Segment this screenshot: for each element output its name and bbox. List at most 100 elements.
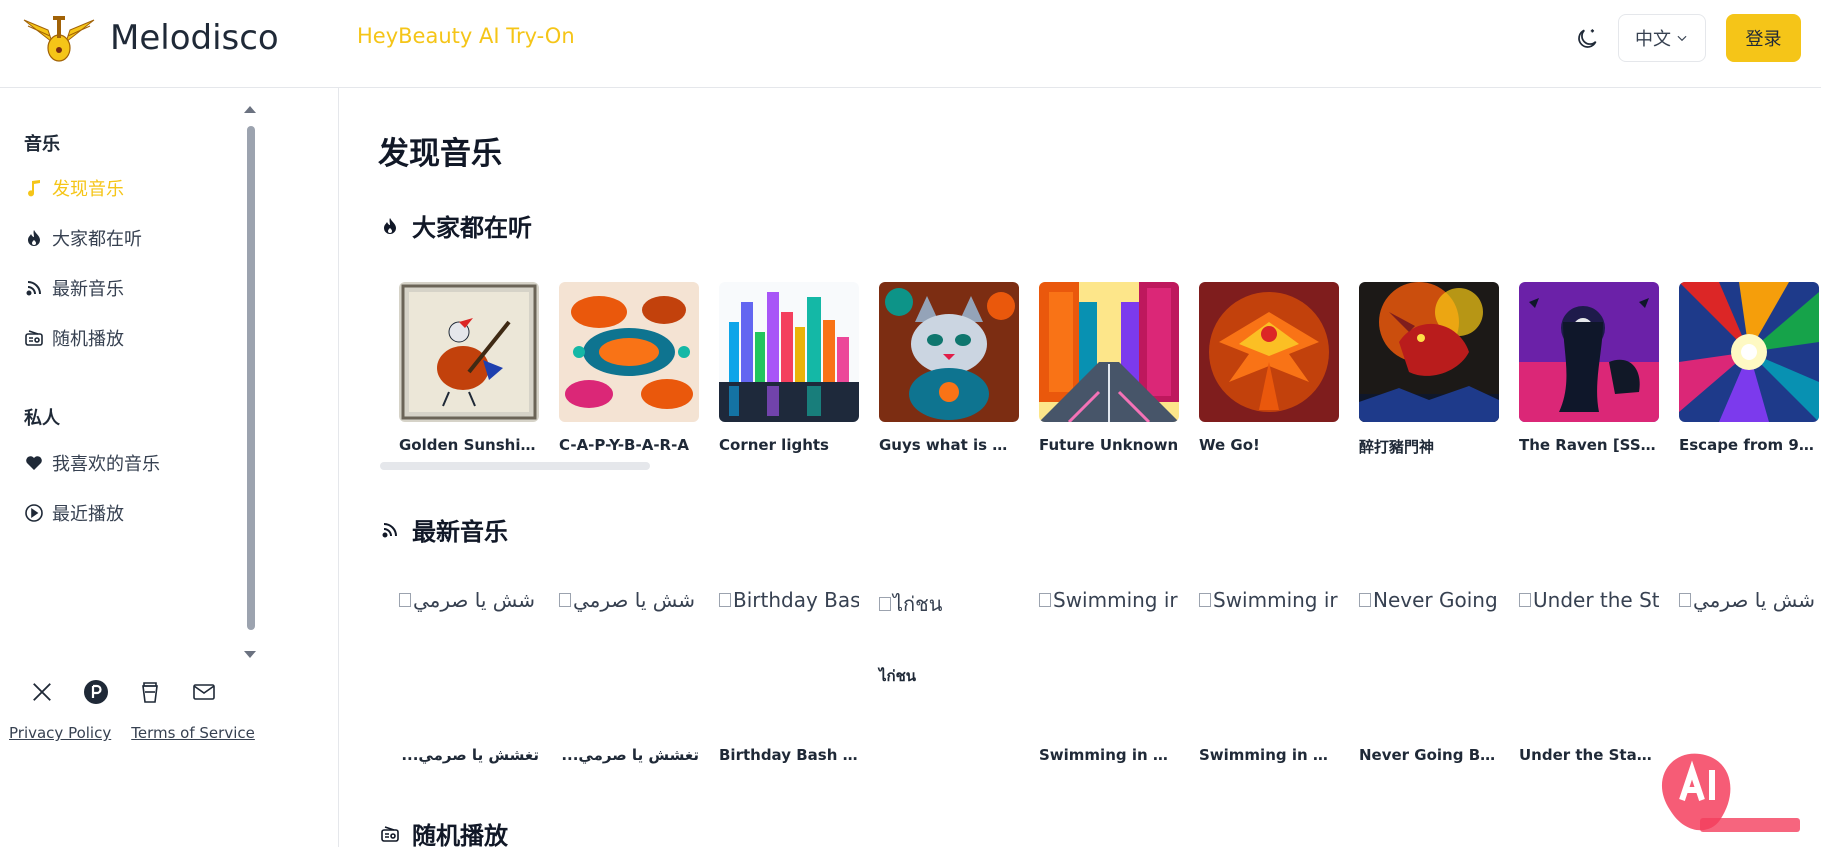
privacy-policy-link[interactable]: Privacy Policy (9, 724, 111, 742)
song-title: تغشش يا صرمي... (401, 746, 539, 764)
song-card[interactable]: Guys what is wr... (879, 282, 1019, 457)
song-card[interactable]: شش يا صرمي تغشش يا صرمي... (399, 588, 539, 764)
song-title: 醉打豬門神 (1359, 438, 1435, 456)
trending-horizontal-scrollbar[interactable] (380, 462, 650, 470)
sidebar-item-latest[interactable]: 最新音乐 (24, 273, 124, 303)
song-title: Swimming in Dr... (1199, 746, 1339, 764)
broken-cover-image: Birthday Bas (719, 588, 859, 728)
broken-image-icon (1679, 593, 1691, 607)
song-card[interactable]: We Go! (1199, 282, 1339, 457)
page-title: 发现音乐 (378, 136, 502, 172)
sidebar-item-label: 随机播放 (52, 329, 124, 350)
album-cover (1679, 282, 1819, 422)
sidebar-item-discover[interactable]: 发现音乐 (24, 173, 124, 203)
album-cover (1359, 282, 1499, 422)
sidebar-item-favorites[interactable]: 我喜欢的音乐 (24, 448, 160, 478)
song-title: Escape from 9 to... (1679, 436, 1819, 454)
flame-icon (24, 228, 44, 248)
album-cover (1039, 282, 1179, 424)
play-circle-icon (24, 503, 44, 523)
broken-cover-image: شش يا صرمي (1679, 588, 1819, 728)
x-icon[interactable] (28, 678, 56, 706)
product-hunt-icon[interactable] (82, 678, 110, 706)
song-title: Swimming in Dr... (1039, 746, 1179, 764)
broken-image-icon (1359, 593, 1371, 607)
random-section-heading: 随机播放 (380, 816, 508, 847)
terms-of-service-link[interactable]: Terms of Service (131, 724, 255, 742)
flame-icon (380, 216, 400, 236)
language-label: 中文 (1635, 29, 1671, 50)
sidebar-item-trending[interactable]: 大家都在听 (24, 223, 142, 253)
brand-name[interactable]: Melodisco (110, 18, 279, 58)
song-card[interactable]: Escape from 9 to... (1679, 282, 1819, 457)
song-card[interactable]: Swimming ir Swimming in Dr... (1199, 588, 1339, 764)
song-title: Corner lights (719, 436, 829, 454)
song-card[interactable]: 醉打豬門神 (1359, 282, 1499, 457)
trending-section-heading: 大家都在听 (380, 208, 532, 243)
album-cover (399, 282, 539, 422)
main-content: 发现音乐 大家都在听 Golden Sunshine... (340, 88, 1821, 847)
section-private-label: 私人 (24, 408, 60, 429)
sidebar-item-label: 发现音乐 (52, 179, 124, 200)
section-title: 大家都在听 (412, 214, 532, 242)
radio-icon (380, 824, 400, 844)
login-button[interactable]: 登录 (1726, 14, 1801, 62)
promo-link[interactable]: HeyBeauty AI Try-On (357, 24, 575, 48)
song-card[interactable]: Future Unknown (1039, 282, 1179, 457)
image-alt-text: شش يا صرمي (573, 588, 696, 612)
broken-image-icon (1039, 593, 1051, 607)
song-title: Future Unknown (1039, 436, 1179, 454)
melodisco-logo[interactable] (22, 12, 96, 68)
song-title: Never Going Back (1359, 746, 1499, 764)
song-title: Birthday Bash fo... (719, 746, 859, 764)
heart-icon (24, 453, 44, 473)
song-title: Under the Starlit (1519, 746, 1659, 764)
image-alt-text: Swimming ir (1053, 588, 1178, 612)
song-card[interactable]: ไก่ชน ไก่ชน (879, 588, 1019, 764)
sidebar-item-recent[interactable]: 最近播放 (24, 498, 124, 528)
song-card[interactable]: The Raven [SSC3... (1519, 282, 1659, 457)
coffee-icon[interactable] (136, 678, 164, 706)
sidebar: 音乐 发现音乐 大家都在听 最新音乐 随机播放 私人 我喜欢的音乐 最近播放 P… (0, 88, 339, 847)
section-music-label: 音乐 (24, 134, 60, 155)
image-alt-text: Swimming ir (1213, 588, 1338, 612)
broken-image-icon (879, 597, 891, 611)
image-alt-text: Never Going (1373, 588, 1498, 612)
sidebar-item-random[interactable]: 随机播放 (24, 323, 124, 353)
mail-icon[interactable] (190, 678, 218, 706)
sidebar-scrollbar[interactable] (247, 126, 255, 630)
language-select[interactable]: 中文 (1618, 14, 1706, 62)
scroll-down-arrow[interactable] (244, 651, 256, 658)
rss-icon (380, 520, 400, 540)
song-card[interactable]: Golden Sunshine... (399, 282, 539, 457)
song-card[interactable]: Never Going Never Going Back (1359, 588, 1499, 764)
song-card[interactable]: شش يا صرمي تغشش يا صرمي... (559, 588, 699, 764)
album-cover (1519, 282, 1659, 422)
song-title: We Go! (1199, 436, 1260, 454)
image-caption: ไก่ชน (879, 667, 917, 685)
song-title: تغشش يا صرمي... (561, 746, 699, 764)
scroll-up-arrow[interactable] (244, 106, 256, 113)
footer-links: Privacy Policy Terms of Service (9, 724, 255, 742)
album-cover (559, 282, 699, 422)
broken-cover-image: Never Going (1359, 588, 1499, 728)
song-title: C-A-P-Y-B-A-R-A (559, 436, 689, 454)
song-card[interactable]: شش يا صرمي (1679, 588, 1819, 764)
top-header: Melodisco HeyBeauty AI Try-On 中文 登录 (0, 0, 1821, 88)
broken-cover-image: شش يا صرمي (399, 588, 539, 728)
theme-toggle-button[interactable] (1570, 22, 1604, 56)
moon-icon (1578, 29, 1597, 48)
section-title: 随机播放 (412, 822, 508, 847)
image-alt-text: Birthday Bas (733, 588, 859, 612)
image-alt-text: شش يا صرمي (413, 588, 536, 612)
song-card[interactable]: Corner lights (719, 282, 859, 457)
song-card[interactable]: Birthday Bas Birthday Bash fo... (719, 588, 859, 764)
rss-icon (24, 278, 44, 298)
broken-image-icon (1519, 593, 1531, 607)
image-alt-text: Under the St (1533, 588, 1659, 612)
broken-cover-image: Under the St (1519, 588, 1659, 728)
song-card[interactable]: C-A-P-Y-B-A-R-A (559, 282, 699, 457)
song-card[interactable]: Swimming ir Swimming in Dr... (1039, 588, 1179, 764)
song-card[interactable]: Under the St Under the Starlit (1519, 588, 1659, 764)
broken-image-icon (719, 593, 731, 607)
